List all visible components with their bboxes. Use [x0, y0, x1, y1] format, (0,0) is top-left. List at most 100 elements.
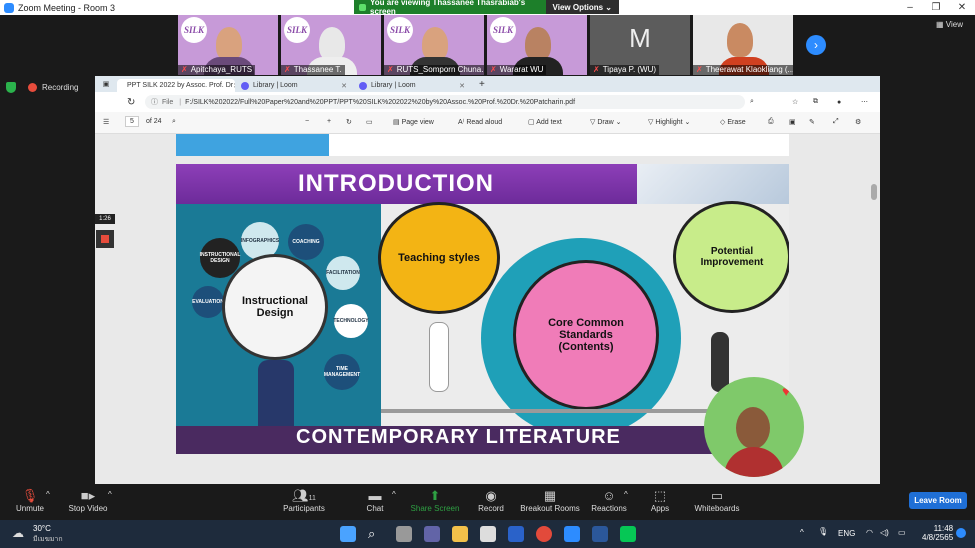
chat-options-caret[interactable]: ^	[392, 490, 396, 499]
reactions-options-caret[interactable]: ^	[624, 490, 628, 499]
tab-actions-icon[interactable]: ▣	[95, 80, 117, 88]
zoom-icon[interactable]: ⌕	[750, 98, 754, 106]
zoom-taskbar-icon[interactable]	[564, 526, 580, 542]
participant-tile[interactable]: SILK ✗ Thassanee T.	[281, 15, 381, 75]
read-aloud-button[interactable]: A⁾ Read aloud	[458, 118, 502, 126]
wifi-icon[interactable]: ◠	[866, 528, 873, 537]
chrome-icon[interactable]	[536, 526, 552, 542]
zoom-out-icon[interactable]: −	[305, 118, 309, 125]
search-icon[interactable]: ⌕	[172, 118, 176, 126]
favorite-icon[interactable]: ☆	[792, 98, 798, 106]
clock[interactable]: 11:48 4/8/2565	[922, 524, 953, 542]
shield-icon	[6, 82, 16, 93]
header-image	[637, 164, 789, 204]
participant-name: RUTS_Somporn Chuna...	[396, 65, 484, 74]
avatar-initial: M	[629, 23, 651, 53]
participant-tile[interactable]: SILK ✗ Wararat WU	[487, 15, 587, 75]
businessman-figure	[711, 332, 729, 392]
teams-icon[interactable]	[424, 526, 440, 542]
previous-page-bottom	[176, 134, 789, 156]
new-tab-button[interactable]: +	[471, 79, 493, 90]
task-view-icon[interactable]	[396, 526, 412, 542]
print-icon[interactable]: ⎙	[768, 118, 774, 126]
settings-icon[interactable]: ⚙	[855, 118, 861, 126]
page-view-button[interactable]: ▤ Page view	[393, 118, 434, 126]
leave-room-button[interactable]: Leave Room	[909, 492, 967, 509]
fullscreen-icon[interactable]: ⤢	[833, 118, 839, 126]
muted-mic-icon: ✗	[181, 65, 188, 74]
recording-indicator: Recording	[6, 82, 78, 93]
scrollbar-thumb[interactable]	[871, 184, 877, 200]
whiteboards-button[interactable]: ▭ Whiteboards	[687, 488, 747, 513]
next-page-button[interactable]: ›	[806, 35, 826, 55]
breakout-rooms-icon: ▦	[543, 488, 557, 503]
browser-tab[interactable]: Library | Loom ✕	[353, 79, 471, 92]
language-indicator[interactable]: ENG	[838, 529, 855, 538]
annotate-icon[interactable]: ✎	[809, 118, 815, 126]
participant-name: Wararat WU	[499, 65, 544, 74]
draw-button[interactable]: ▽ Draw ⌄	[590, 118, 621, 126]
rotate-icon[interactable]: ↻	[346, 118, 352, 126]
participant-tile[interactable]: ✗ Theerawat Klaokliang (...	[693, 15, 793, 75]
record-button[interactable]: ◉ Record	[461, 488, 521, 513]
highlight-button[interactable]: ▽ Highlight ⌄	[648, 118, 690, 126]
participant-tile[interactable]: M ✗ Tipaya P. (WU)	[590, 15, 690, 75]
refresh-icon[interactable]: ↻	[127, 97, 135, 108]
record-dot-icon	[28, 83, 37, 92]
participant-tile[interactable]: SILK ✗ Apitchaya_RUTS	[178, 15, 278, 75]
participant-tile[interactable]: SILK ✗ RUTS_Somporn Chuna...	[384, 15, 484, 75]
bubble-technology: TECHNOLOGY	[333, 304, 369, 338]
collections-icon[interactable]: ⧉	[813, 98, 818, 106]
bubble-time-management: TIME MANAGEMENT	[324, 354, 360, 390]
profile-icon[interactable]: ●	[837, 99, 841, 106]
start-icon[interactable]	[340, 526, 356, 542]
chat-button[interactable]: ▬ Chat	[345, 488, 405, 513]
breakout-rooms-button[interactable]: ▦ Breakout Rooms	[515, 488, 585, 513]
unmute-button[interactable]: 🎙︎ Unmute	[0, 488, 60, 513]
battery-icon[interactable]: ▭	[898, 528, 906, 537]
store-icon[interactable]	[480, 526, 496, 542]
muted-mic-icon: ✗	[593, 65, 600, 74]
contents-icon[interactable]: ☰	[103, 118, 109, 126]
minimize-button[interactable]: –	[897, 2, 923, 13]
url-field[interactable]: ⓘ File | F:/SILK%202022/Full%20Paper%20a…	[145, 95, 745, 109]
loom-stop-button[interactable]	[96, 230, 114, 248]
word-icon[interactable]	[592, 526, 608, 542]
page-number-input[interactable]: 5	[125, 116, 139, 127]
file-explorer-icon[interactable]	[452, 526, 468, 542]
view-options-button[interactable]: View Options ⌄	[545, 0, 619, 14]
next-slide-heading: CONTEMPORARY LITERATURE	[176, 426, 789, 454]
instructional-design-circle: Instructional Design	[222, 254, 328, 360]
browser-tab[interactable]: Library | Loom ✕	[235, 79, 353, 92]
apps-button[interactable]: ⬚ Apps	[630, 488, 690, 513]
zoom-logo-icon	[4, 2, 14, 13]
fit-page-icon[interactable]: ▭	[366, 118, 373, 126]
close-tab-icon[interactable]: ✕	[459, 82, 465, 90]
participants-button[interactable]: 👥︎11 Participants	[274, 488, 334, 513]
browser-tab-strip: ▣ PPT SILK 2022 by Assoc. Prof. Dr✕ Libr…	[95, 76, 880, 92]
silk-logo-icon: SILK	[181, 17, 207, 43]
loom-camera-bubble[interactable]: ♥	[704, 377, 804, 477]
line-icon[interactable]	[620, 526, 636, 542]
volume-icon[interactable]: ◁)	[880, 528, 889, 537]
potential-improvement-circle: Potential Improvement	[673, 201, 789, 313]
app-icon[interactable]	[508, 526, 524, 542]
notification-icon[interactable]	[956, 528, 966, 538]
maximize-button[interactable]: ❐	[923, 2, 949, 13]
runner-figure	[429, 322, 449, 392]
erase-button[interactable]: ◇ Erase	[720, 118, 746, 126]
more-icon[interactable]: ⋯	[861, 98, 868, 106]
browser-tab[interactable]: PPT SILK 2022 by Assoc. Prof. Dr✕	[117, 79, 235, 92]
audio-options-caret[interactable]: ^	[46, 490, 50, 499]
video-options-caret[interactable]: ^	[108, 490, 112, 499]
view-button[interactable]: ▦ View	[936, 20, 963, 29]
search-icon[interactable]: ⌕	[368, 526, 384, 542]
close-tab-icon[interactable]: ✕	[341, 82, 347, 90]
weather-desc: มีเมฆมาก	[33, 536, 63, 543]
zoom-in-icon[interactable]: +	[327, 118, 331, 125]
save-icon[interactable]: ▣	[789, 118, 796, 126]
add-text-button[interactable]: ▢ Add text	[528, 118, 562, 126]
tray-chevron-icon[interactable]: ^	[800, 528, 804, 537]
share-screen-button[interactable]: ⬆ Share Screen	[405, 488, 465, 513]
close-button[interactable]: ✕	[949, 2, 975, 13]
